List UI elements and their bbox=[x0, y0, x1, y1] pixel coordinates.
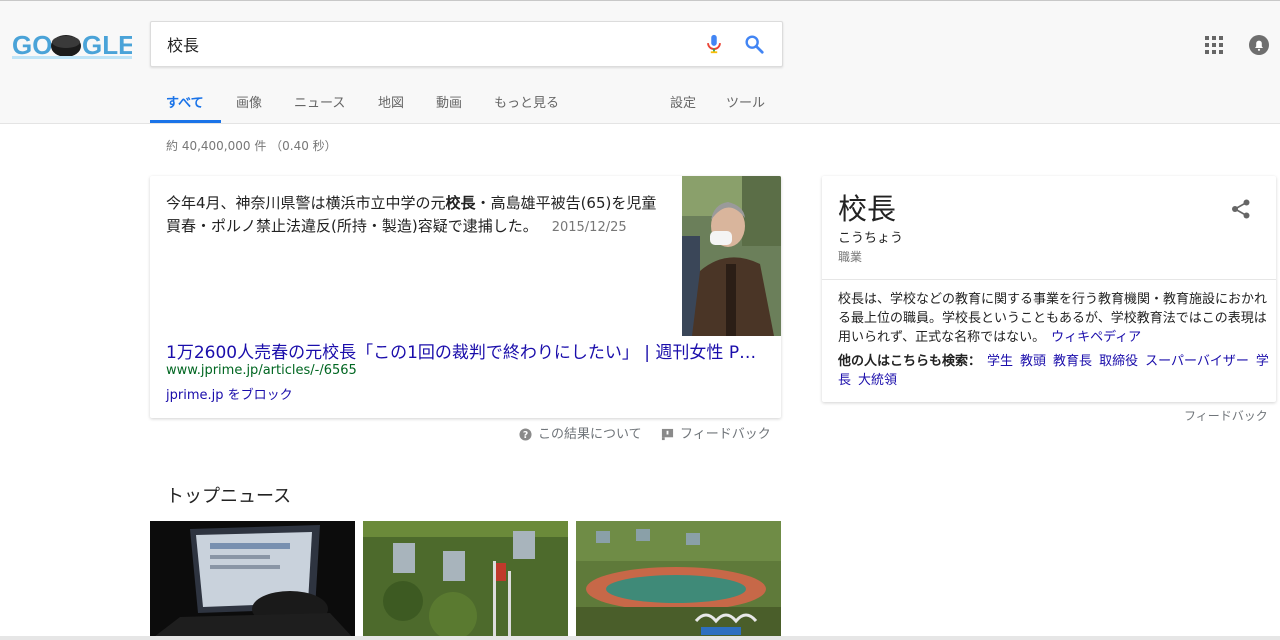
featured-snippet-card: 今年4月、神奈川県警は横浜市立中学の元校長・高島雄平被告(65)を児童買春・ポル… bbox=[150, 176, 781, 418]
result-stats: 約 40,400,000 件 （0.40 秒） bbox=[166, 139, 337, 153]
kp-divider bbox=[822, 279, 1276, 280]
ice-line bbox=[12, 56, 132, 59]
laptop-photo bbox=[150, 521, 355, 640]
kp-also-link[interactable]: 学生 bbox=[987, 354, 1013, 369]
kp-also-label: 他の人はこちらも検索： bbox=[838, 354, 982, 369]
result-title-link[interactable]: 1万2600人売春の元校長「この1回の裁判で終わりにしたい」 | 週刊女性 PR… bbox=[166, 338, 766, 363]
help-icon: ? bbox=[519, 428, 532, 441]
kp-also-link[interactable]: 大統領 bbox=[858, 373, 897, 388]
kp-also-link[interactable]: 取締役 bbox=[1099, 354, 1138, 369]
kp-reading: こうちょう bbox=[838, 231, 904, 246]
tab-more[interactable]: もっと見る bbox=[494, 92, 559, 111]
schoolyard-photo bbox=[576, 521, 781, 640]
feedback-link[interactable]: フィードバック bbox=[661, 423, 771, 442]
snippet-text-before: 今年4月、神奈川県警は横浜市立中学の元 bbox=[166, 194, 446, 212]
kp-source-link[interactable]: ウィキペディア bbox=[1051, 330, 1141, 345]
kp-also-link[interactable]: スーパーバイザー bbox=[1145, 354, 1249, 369]
kp-people-also-search: 他の人はこちらも検索： 学生 教頭 教育長 取締役 スーパーバイザー 学長 大統領 bbox=[838, 352, 1270, 390]
tab-maps[interactable]: 地図 bbox=[378, 92, 404, 111]
snippet-text-bold: 校長 bbox=[445, 194, 476, 212]
tab-images[interactable]: 画像 bbox=[236, 92, 262, 111]
featured-snippet-text: 今年4月、神奈川県警は横浜市立中学の元校長・高島雄平被告(65)を児童買春・ポル… bbox=[166, 192, 666, 239]
hockey-puck-doodle-icon: GO GLE bbox=[12, 30, 135, 60]
tab-news[interactable]: ニュース bbox=[294, 92, 345, 111]
kp-type: 職業 bbox=[838, 250, 863, 264]
news-card-image-1[interactable] bbox=[150, 521, 355, 640]
puck-top bbox=[52, 36, 80, 48]
kp-feedback-link[interactable]: フィードバック bbox=[1184, 407, 1268, 424]
search-input[interactable] bbox=[167, 22, 687, 66]
apps-grid-icon[interactable] bbox=[1205, 36, 1223, 54]
share-icon[interactable] bbox=[1230, 198, 1252, 220]
notifications-icon[interactable] bbox=[1248, 34, 1270, 56]
tab-tools[interactable]: ツール bbox=[726, 92, 765, 111]
kp-title: 校長 bbox=[838, 192, 897, 226]
ivy-building-photo bbox=[363, 521, 568, 640]
logo-letters-right: GLE bbox=[82, 30, 132, 60]
kp-also-link[interactable]: 教頭 bbox=[1020, 354, 1046, 369]
news-card-image-2[interactable] bbox=[363, 521, 568, 640]
tab-settings[interactable]: 設定 bbox=[670, 92, 696, 111]
tab-videos[interactable]: 動画 bbox=[436, 92, 462, 111]
kp-description: 校長は、学校などの教育に関する事業を行う教育機関・教育施設におかれる最上位の職員… bbox=[838, 290, 1270, 347]
result-url[interactable]: www.jprime.jp/articles/-/6565 bbox=[166, 363, 357, 378]
header: GO GLE すべて 画像 ニュース 地図 動画 bbox=[0, 1, 1280, 124]
logo-letters-left: GO bbox=[12, 30, 52, 60]
about-result-link[interactable]: ? この結果について bbox=[519, 423, 642, 442]
news-photo-thumbnail[interactable] bbox=[682, 176, 781, 336]
feedback-label: フィードバック bbox=[680, 427, 771, 442]
search-icon[interactable] bbox=[743, 33, 765, 55]
feedback-flag-icon bbox=[661, 428, 674, 441]
search-box bbox=[150, 21, 783, 67]
about-result-label: この結果について bbox=[538, 427, 642, 442]
snippet-date: 2015/12/25 bbox=[551, 220, 627, 235]
tab-all[interactable]: すべて bbox=[166, 92, 204, 111]
knowledge-panel: 校長 こうちょう 職業 校長は、学校などの教育に関する事業を行う教育機関・教育施… bbox=[822, 176, 1276, 402]
block-site-link[interactable]: jprime.jp をブロック bbox=[166, 384, 293, 403]
kp-also-link[interactable]: 教育長 bbox=[1053, 354, 1092, 369]
window-bottom-border bbox=[0, 636, 1280, 640]
active-tab-indicator bbox=[150, 120, 221, 123]
news-card-image-3[interactable] bbox=[576, 521, 781, 640]
google-doodle-logo[interactable]: GO GLE bbox=[12, 29, 135, 61]
microphone-icon[interactable] bbox=[703, 33, 725, 55]
svg-text:?: ? bbox=[523, 430, 528, 441]
top-news-heading: トップニュース bbox=[166, 486, 292, 507]
